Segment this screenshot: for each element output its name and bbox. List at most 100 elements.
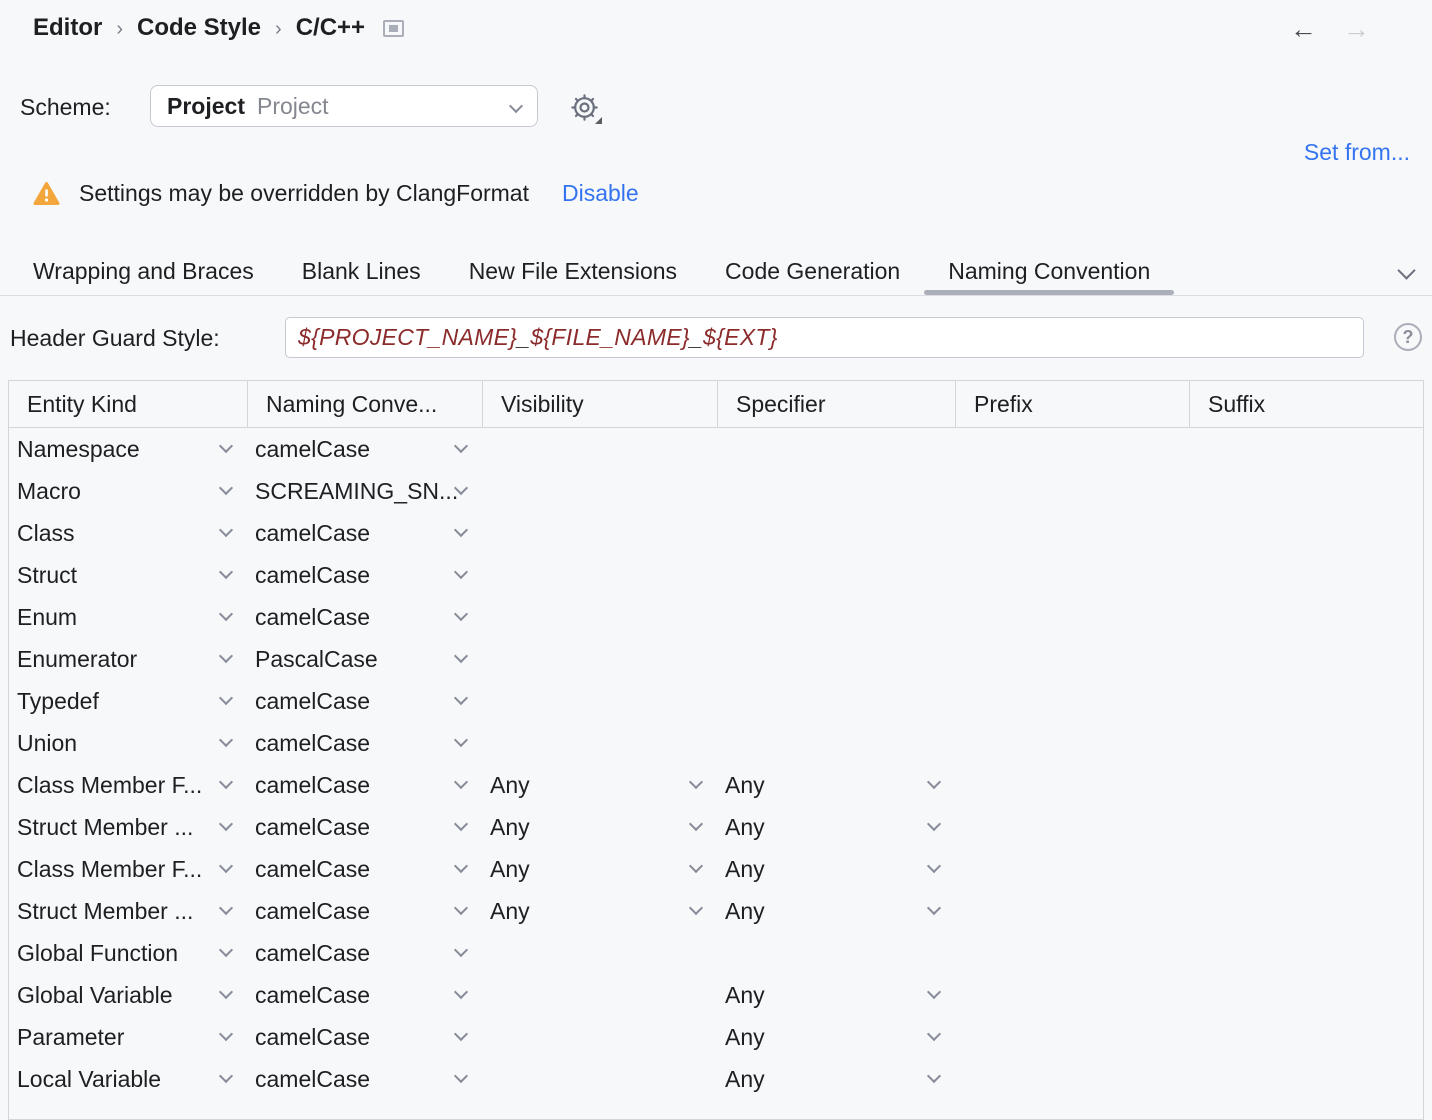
entity-kind-dropdown[interactable]: Class Member F... bbox=[9, 764, 247, 806]
cell-value: camelCase bbox=[255, 562, 370, 589]
entity-kind-dropdown[interactable]: Macro bbox=[9, 470, 247, 512]
visibility-dropdown bbox=[482, 722, 717, 764]
entity-kind-dropdown[interactable]: Class bbox=[9, 512, 247, 554]
naming-convention-dropdown[interactable]: camelCase bbox=[247, 680, 482, 722]
naming-convention-dropdown[interactable]: camelCase bbox=[247, 722, 482, 764]
table-row: Struct Member ...camelCaseAnyAny bbox=[9, 890, 1423, 932]
naming-convention-dropdown[interactable]: camelCase bbox=[247, 554, 482, 596]
specifier-dropdown bbox=[717, 596, 955, 638]
naming-convention-dropdown[interactable]: camelCase bbox=[247, 764, 482, 806]
guard-segment: ${EXT} bbox=[703, 324, 778, 351]
entity-kind-dropdown[interactable]: Class Member F... bbox=[9, 848, 247, 890]
scheme-settings-button[interactable] bbox=[564, 87, 604, 127]
chevron-down-icon bbox=[219, 565, 233, 579]
naming-convention-dropdown[interactable]: camelCase bbox=[247, 428, 482, 470]
entity-kind-dropdown[interactable]: Namespace bbox=[9, 428, 247, 470]
specifier-dropdown[interactable]: Any bbox=[717, 764, 955, 806]
specifier-dropdown[interactable]: Any bbox=[717, 848, 955, 890]
suffix-cell bbox=[1189, 638, 1423, 680]
naming-convention-dropdown[interactable]: camelCase bbox=[247, 890, 482, 932]
chevron-down-icon bbox=[219, 859, 233, 873]
specifier-dropdown[interactable]: Any bbox=[717, 890, 955, 932]
open-in-editor-icon[interactable] bbox=[383, 20, 404, 37]
entity-kind-dropdown[interactable]: Typedef bbox=[9, 680, 247, 722]
tab-new-file-extensions[interactable]: New File Extensions bbox=[445, 248, 701, 295]
naming-convention-dropdown[interactable]: camelCase bbox=[247, 1058, 482, 1100]
specifier-dropdown[interactable]: Any bbox=[717, 806, 955, 848]
cell-value: camelCase bbox=[255, 982, 370, 1009]
cell-value: Global Variable bbox=[17, 982, 173, 1009]
cell-value: Namespace bbox=[17, 436, 140, 463]
entity-kind-dropdown[interactable]: Struct Member ... bbox=[9, 806, 247, 848]
entity-kind-dropdown[interactable]: Global Function bbox=[9, 932, 247, 974]
visibility-dropdown bbox=[482, 932, 717, 974]
visibility-dropdown[interactable]: Any bbox=[482, 848, 717, 890]
entity-kind-dropdown[interactable]: Struct bbox=[9, 554, 247, 596]
table-row: UnioncamelCase bbox=[9, 722, 1423, 764]
chevron-down-icon bbox=[927, 775, 941, 789]
chevron-down-icon bbox=[219, 943, 233, 957]
suffix-cell bbox=[1189, 554, 1423, 596]
specifier-dropdown bbox=[717, 932, 955, 974]
naming-convention-dropdown[interactable]: PascalCase bbox=[247, 638, 482, 680]
guard-segment: ${FILE_NAME} bbox=[530, 324, 690, 351]
naming-convention-dropdown[interactable]: camelCase bbox=[247, 512, 482, 554]
cell-value: Class Member F... bbox=[17, 856, 202, 883]
table-row: Enum camelCase bbox=[9, 596, 1423, 638]
suffix-cell bbox=[1189, 1058, 1423, 1100]
disable-clangformat-link[interactable]: Disable bbox=[562, 180, 639, 207]
entity-kind-dropdown[interactable]: Union bbox=[9, 722, 247, 764]
specifier-dropdown[interactable]: Any bbox=[717, 1058, 955, 1100]
specifier-dropdown[interactable]: Any bbox=[717, 974, 955, 1016]
prefix-cell bbox=[955, 596, 1189, 638]
chevron-down-icon bbox=[454, 439, 468, 453]
visibility-dropdown[interactable]: Any bbox=[482, 806, 717, 848]
scheme-dropdown[interactable]: Project Project bbox=[150, 85, 538, 127]
naming-convention-dropdown[interactable]: camelCase bbox=[247, 1016, 482, 1058]
entity-kind-dropdown[interactable]: Parameter bbox=[9, 1016, 247, 1058]
naming-convention-dropdown[interactable]: SCREAMING_SN... bbox=[247, 470, 482, 512]
prefix-cell bbox=[955, 848, 1189, 890]
entity-kind-dropdown[interactable]: Struct Member ... bbox=[9, 890, 247, 932]
entity-kind-dropdown[interactable]: Global Variable bbox=[9, 974, 247, 1016]
tab-naming-convention[interactable]: Naming Convention bbox=[924, 248, 1174, 295]
header-guard-input[interactable]: ${PROJECT_NAME}_${FILE_NAME}_${EXT} bbox=[285, 317, 1364, 358]
cell-value: Struct Member ... bbox=[17, 898, 193, 925]
tab-code-generation[interactable]: Code Generation bbox=[701, 248, 924, 295]
cell-value: Any bbox=[725, 1024, 765, 1051]
tab-blank-lines[interactable]: Blank Lines bbox=[278, 248, 445, 295]
breadcrumb-item-code-style[interactable]: Code Style bbox=[137, 14, 261, 42]
back-arrow-icon[interactable]: ← bbox=[1290, 14, 1317, 44]
chevron-down-icon bbox=[454, 1027, 468, 1041]
cell-value: Struct Member ... bbox=[17, 814, 193, 841]
help-icon[interactable]: ? bbox=[1394, 323, 1422, 351]
entity-kind-dropdown[interactable]: Enumerator bbox=[9, 638, 247, 680]
chevron-down-icon bbox=[454, 565, 468, 579]
clangformat-warning-banner: Settings may be overridden by ClangForma… bbox=[33, 180, 639, 207]
suffix-cell bbox=[1189, 848, 1423, 890]
breadcrumb-item-editor[interactable]: Editor bbox=[33, 14, 102, 42]
column-header-suffix: Suffix bbox=[1189, 381, 1423, 427]
cell-value: PascalCase bbox=[255, 646, 378, 673]
naming-convention-dropdown[interactable]: camelCase bbox=[247, 974, 482, 1016]
visibility-dropdown[interactable]: Any bbox=[482, 764, 717, 806]
naming-convention-dropdown[interactable]: camelCase bbox=[247, 806, 482, 848]
chevron-down-icon bbox=[454, 943, 468, 957]
table-row: Global Variable camelCase Any bbox=[9, 974, 1423, 1016]
naming-convention-dropdown[interactable]: camelCase bbox=[247, 848, 482, 890]
suffix-cell bbox=[1189, 1016, 1423, 1058]
entity-kind-dropdown[interactable]: Local Variable bbox=[9, 1058, 247, 1100]
entity-kind-dropdown[interactable]: Enum bbox=[9, 596, 247, 638]
chevron-down-icon bbox=[219, 817, 233, 831]
tab-wrapping-and-braces[interactable]: Wrapping and Braces bbox=[9, 248, 278, 295]
cell-value: Enum bbox=[17, 604, 77, 631]
set-from-link[interactable]: Set from... bbox=[1304, 139, 1410, 166]
visibility-dropdown[interactable]: Any bbox=[482, 890, 717, 932]
history-navigation: ← → bbox=[1290, 14, 1370, 44]
cell-value: camelCase bbox=[255, 688, 370, 715]
naming-convention-dropdown[interactable]: camelCase bbox=[247, 932, 482, 974]
tab-overflow-button[interactable] bbox=[1386, 250, 1426, 290]
suffix-cell bbox=[1189, 596, 1423, 638]
naming-convention-dropdown[interactable]: camelCase bbox=[247, 596, 482, 638]
specifier-dropdown[interactable]: Any bbox=[717, 1016, 955, 1058]
